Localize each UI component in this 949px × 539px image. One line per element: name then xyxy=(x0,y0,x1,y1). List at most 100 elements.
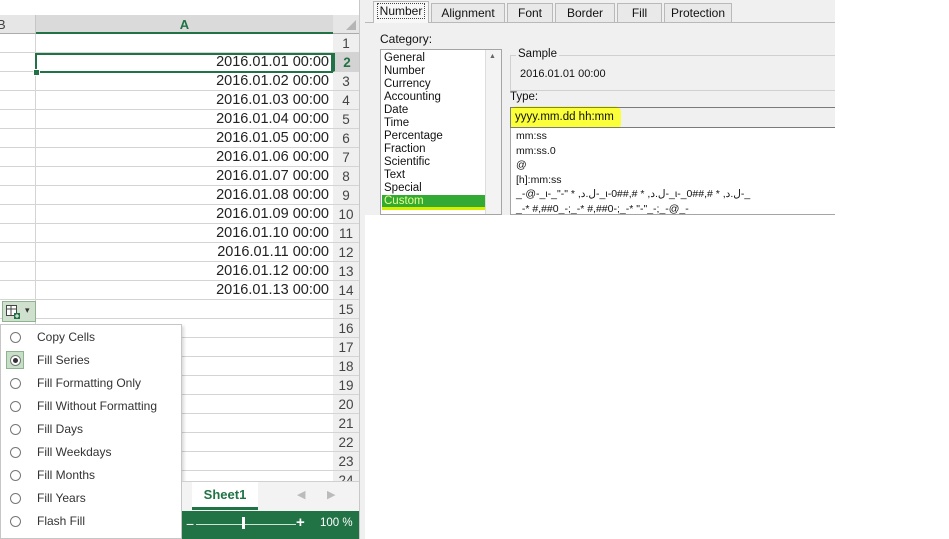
category-item[interactable]: General xyxy=(384,52,425,65)
row-header[interactable]: 10 xyxy=(333,205,359,224)
cell-b[interactable] xyxy=(0,34,36,53)
category-item[interactable]: Date xyxy=(384,104,408,117)
category-item[interactable]: Special xyxy=(384,182,422,195)
column-header-a[interactable]: A xyxy=(36,15,333,34)
cell-a[interactable]: 2016.01.11 00:00 xyxy=(36,243,333,262)
cell-a[interactable]: 2016.01.02 00:00 xyxy=(36,72,333,91)
category-item[interactable]: Currency xyxy=(384,78,431,91)
cell-b[interactable] xyxy=(0,148,36,167)
cell-a[interactable]: 2016.01.03 00:00 xyxy=(36,91,333,110)
cell-a[interactable]: 2016.01.07 00:00 xyxy=(36,167,333,186)
cell-b[interactable] xyxy=(0,91,36,110)
cell-b[interactable] xyxy=(0,129,36,148)
autofill-menu-item[interactable]: Fill Weekdays xyxy=(1,441,181,463)
cell-b[interactable] xyxy=(0,262,36,281)
tab-fill[interactable]: Fill xyxy=(617,3,662,22)
cell-b[interactable] xyxy=(0,205,36,224)
cell-b[interactable] xyxy=(0,281,36,300)
cell-a[interactable]: 2016.01.10 00:00 xyxy=(36,224,333,243)
row-header[interactable]: 16 xyxy=(333,319,359,338)
radio-icon[interactable] xyxy=(10,401,21,412)
autofill-menu-item[interactable]: Fill Without Formatting xyxy=(1,395,181,417)
cell-b[interactable] xyxy=(0,224,36,243)
cell-a[interactable]: 2016.01.13 00:00 xyxy=(36,281,333,300)
category-item[interactable]: Scientific xyxy=(384,156,430,169)
type-list-item[interactable]: mm:ss xyxy=(516,130,547,143)
tab-protection[interactable]: Protection xyxy=(664,3,732,22)
type-list-item[interactable]: mm:ss.0 xyxy=(516,145,556,158)
row-header[interactable]: 7 xyxy=(333,148,359,167)
tab-font[interactable]: Font xyxy=(507,3,553,22)
tab-alignment[interactable]: Alignment xyxy=(431,3,505,22)
row-header[interactable]: 18 xyxy=(333,357,359,376)
category-item[interactable]: Text xyxy=(384,169,405,182)
scroll-right-icon[interactable]: ▶ xyxy=(327,488,335,501)
autofill-menu-item[interactable]: Copy Cells xyxy=(1,326,181,348)
cell-a[interactable] xyxy=(36,300,333,319)
cell-b[interactable] xyxy=(0,110,36,129)
radio-icon[interactable] xyxy=(10,516,21,527)
cell-a[interactable]: 2016.01.08 00:00 xyxy=(36,186,333,205)
column-header-b[interactable]: B xyxy=(0,15,36,34)
fill-handle[interactable] xyxy=(33,69,40,76)
autofill-menu-item[interactable]: Fill Years xyxy=(1,487,181,509)
cell-a[interactable] xyxy=(36,34,333,53)
zoom-slider-thumb[interactable] xyxy=(242,517,245,529)
zoom-level[interactable]: 100 % xyxy=(320,517,353,529)
scroll-up-icon[interactable]: ▲ xyxy=(489,53,496,60)
zoom-out-button[interactable]: − xyxy=(186,516,194,532)
category-list[interactable]: ▲ General Number Currency Accounting Date Tim… xyxy=(380,49,502,215)
row-header[interactable]: 3 xyxy=(333,72,359,91)
row-header[interactable]: 22 xyxy=(333,433,359,452)
row-header[interactable]: 11 xyxy=(333,224,359,243)
cell-a[interactable]: 2016.01.09 00:00 xyxy=(36,205,333,224)
cell-a[interactable]: 2016.01.05 00:00 xyxy=(36,129,333,148)
radio-icon[interactable] xyxy=(10,332,21,343)
cell-b[interactable] xyxy=(0,243,36,262)
row-header[interactable]: 17 xyxy=(333,338,359,357)
scroll-left-icon[interactable]: ◀ xyxy=(297,488,305,501)
type-list-item[interactable]: [h]:mm:ss xyxy=(516,174,562,187)
autofill-menu-item[interactable]: Flash Fill xyxy=(1,510,181,532)
row-header[interactable]: 15 xyxy=(333,300,359,319)
category-item[interactable]: Fraction xyxy=(384,143,426,156)
category-item[interactable]: Number xyxy=(384,65,425,78)
row-header[interactable]: 6 xyxy=(333,129,359,148)
autofill-options-button[interactable]: ▾ xyxy=(2,301,36,322)
row-header[interactable]: 13 xyxy=(333,262,359,281)
cell-b[interactable] xyxy=(0,53,36,72)
type-input[interactable]: yyyy.mm.dd hh:mm xyxy=(510,107,835,128)
category-item[interactable]: Time xyxy=(384,117,409,130)
cell-a[interactable]: 2016.01.04 00:00 xyxy=(36,110,333,129)
radio-icon[interactable] xyxy=(10,424,21,435)
type-list[interactable]: mm:ss mm:ss.0 @ [h]:mm:ss _-@-_ι-_"-" * ,ل.د… xyxy=(510,128,835,215)
type-list-item[interactable]: _-@-_ι-_"-" * ,ل.د-_ι-0##,# * ,ل.د-_ι-_0… xyxy=(516,188,750,201)
cell-a[interactable]: 2016.01.01 00:00 xyxy=(36,53,333,72)
autofill-menu-item[interactable]: Fill Months xyxy=(1,464,181,486)
row-header[interactable]: 12 xyxy=(333,243,359,262)
category-item[interactable]: Custom xyxy=(382,195,485,210)
row-header[interactable]: 21 xyxy=(333,414,359,433)
type-list-item[interactable]: _-* #,##0_-;_-* #,##0-;_-* "-"_-;_-@_- xyxy=(516,203,689,215)
cell-a[interactable]: 2016.01.12 00:00 xyxy=(36,262,333,281)
row-header[interactable]: 23 xyxy=(333,452,359,471)
cell-b[interactable] xyxy=(0,167,36,186)
radio-icon[interactable] xyxy=(10,447,21,458)
tab-border[interactable]: Border xyxy=(555,3,615,22)
cell-b[interactable] xyxy=(0,72,36,91)
radio-icon[interactable] xyxy=(10,493,21,504)
autofill-menu-item[interactable]: Fill Series xyxy=(1,349,181,371)
zoom-slider[interactable] xyxy=(196,524,296,525)
row-header[interactable]: 1 xyxy=(333,34,359,53)
row-header[interactable]: 2 xyxy=(333,53,359,72)
radio-icon[interactable] xyxy=(10,355,21,366)
row-header[interactable]: 19 xyxy=(333,376,359,395)
tab-number[interactable]: Number xyxy=(373,1,429,23)
type-list-item[interactable]: @ xyxy=(516,159,527,172)
autofill-menu-item[interactable]: Fill Days xyxy=(1,418,181,440)
row-header[interactable]: 8 xyxy=(333,167,359,186)
radio-icon[interactable] xyxy=(10,470,21,481)
row-header[interactable]: 4 xyxy=(333,91,359,110)
radio-icon[interactable] xyxy=(10,378,21,389)
select-all-corner[interactable] xyxy=(333,15,359,34)
